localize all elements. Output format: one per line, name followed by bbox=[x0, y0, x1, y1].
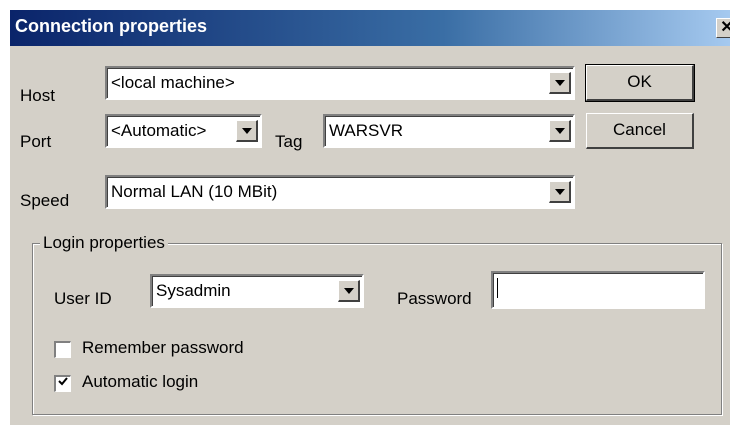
tag-value: WARSVR bbox=[329, 121, 403, 140]
close-button[interactable]: ✕ bbox=[716, 18, 730, 38]
chevron-down-icon bbox=[555, 128, 565, 134]
host-combobox[interactable]: <local machine> bbox=[105, 66, 575, 100]
tag-combobox[interactable]: WARSVR bbox=[323, 114, 575, 148]
user-id-label: User ID bbox=[54, 289, 112, 308]
cancel-button[interactable]: Cancel bbox=[586, 113, 694, 149]
port-dropdown-button[interactable] bbox=[236, 120, 258, 142]
port-combobox[interactable]: <Automatic> bbox=[105, 114, 262, 148]
speed-dropdown-button[interactable] bbox=[549, 181, 571, 203]
user-id-dropdown-button[interactable] bbox=[338, 280, 360, 302]
password-label: Password bbox=[397, 289, 472, 308]
automatic-login-checkbox[interactable] bbox=[54, 375, 71, 392]
speed-value: Normal LAN (10 MBit) bbox=[111, 182, 278, 201]
remember-password-checkbox[interactable] bbox=[54, 341, 71, 358]
host-value: <local machine> bbox=[111, 73, 235, 92]
connection-properties-dialog: Connection properties ✕ Host <local mach… bbox=[10, 10, 730, 425]
user-id-value: Sysadmin bbox=[156, 281, 231, 300]
chevron-down-icon bbox=[242, 128, 252, 134]
title-bar[interactable]: Connection properties ✕ bbox=[10, 10, 730, 46]
text-caret bbox=[497, 278, 498, 298]
speed-label: Speed bbox=[20, 191, 70, 210]
host-dropdown-button[interactable] bbox=[549, 72, 571, 94]
password-field[interactable] bbox=[491, 271, 705, 309]
automatic-login-label: Automatic login bbox=[82, 372, 199, 391]
chevron-down-icon bbox=[555, 80, 565, 86]
close-icon: ✕ bbox=[720, 19, 730, 36]
ok-button-label: OK bbox=[627, 72, 652, 91]
window-title: Connection properties bbox=[15, 16, 208, 36]
remember-password-label: Remember password bbox=[82, 338, 244, 357]
speed-combobox[interactable]: Normal LAN (10 MBit) bbox=[105, 175, 575, 209]
port-label: Port bbox=[20, 132, 52, 151]
login-properties-legend: Login properties bbox=[40, 233, 168, 253]
checkmark-icon bbox=[58, 377, 68, 386]
tag-dropdown-button[interactable] bbox=[549, 120, 571, 142]
user-id-combobox[interactable]: Sysadmin bbox=[150, 274, 364, 308]
chevron-down-icon bbox=[555, 189, 565, 195]
tag-label: Tag bbox=[275, 132, 303, 151]
port-value: <Automatic> bbox=[111, 121, 207, 140]
cancel-button-label: Cancel bbox=[613, 120, 666, 139]
chevron-down-icon bbox=[344, 288, 354, 294]
ok-button[interactable]: OK bbox=[585, 64, 695, 102]
host-label: Host bbox=[20, 86, 55, 105]
